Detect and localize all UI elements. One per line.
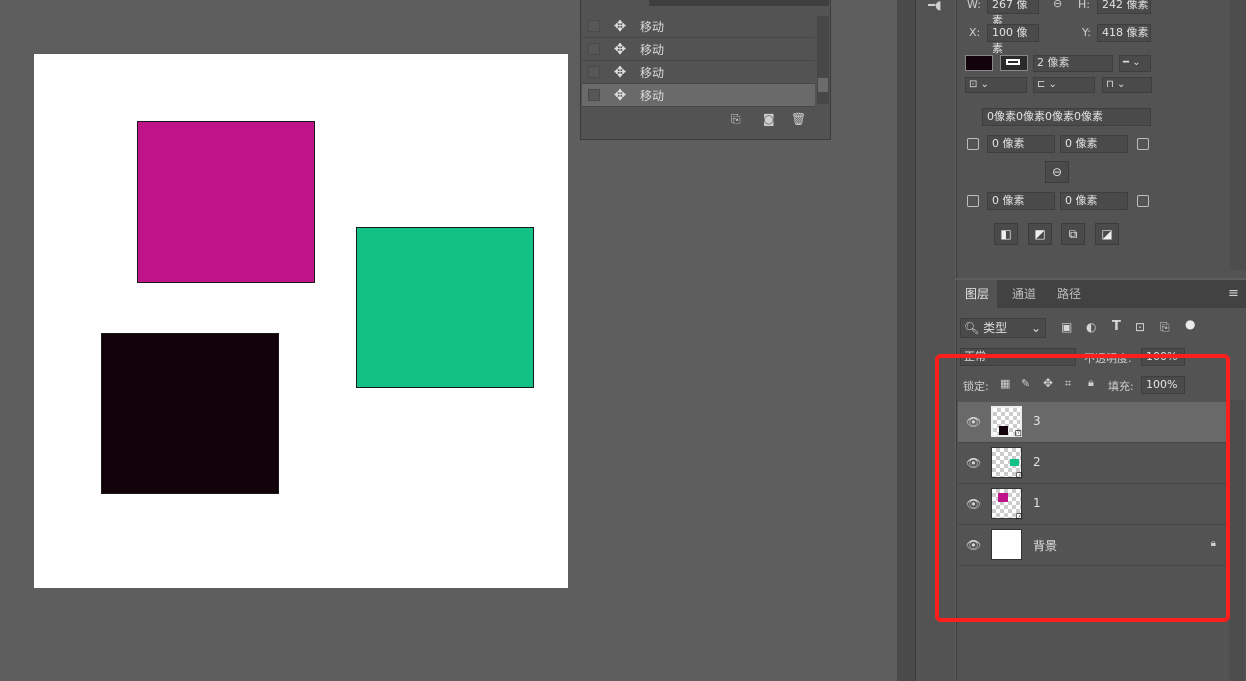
filter-toggle-icon[interactable]: ● [1185,317,1195,331]
history-item-selected[interactable]: ✥ 移动 [582,84,815,107]
stroke-type-dropdown[interactable]: ━ ⌄ [1119,55,1151,72]
history-item[interactable]: ✥ 移动 [582,15,815,38]
layer-filter-dropdown[interactable]: 🔍︎ 类型 ⌄ [960,318,1046,338]
history-checkbox[interactable] [588,66,600,78]
tab-paths[interactable]: 路径 [1049,280,1089,308]
chevron-down-icon: ⌄ [1030,321,1041,335]
black-square[interactable] [101,333,279,494]
shape-filter-icon[interactable]: ⊡ [1135,320,1145,334]
tab-channels[interactable]: 通道 [1004,280,1044,308]
x-label: X: [969,26,981,39]
corner-top-left-icon [967,138,979,150]
height-field[interactable]: 242 像素 [1097,0,1151,14]
corner-top-left-field[interactable]: 0 像素 [987,135,1055,153]
stroke-corner-dropdown[interactable]: ⊓ ⌄ [1102,77,1152,93]
path-combine-icon[interactable]: ◧ [994,223,1018,245]
height-label: H: [1078,0,1090,11]
stroke-color-swatch[interactable] [1000,55,1028,71]
corner-bottom-right-field[interactable]: 0 像素 [1060,192,1128,210]
history-checkbox[interactable] [588,20,600,32]
link-dimensions-icon[interactable]: ⊖ [1053,0,1062,10]
history-item[interactable]: ✥ 移动 [582,38,815,61]
fill-color-swatch[interactable] [965,55,993,71]
smart-object-filter-icon[interactable]: ⎘ [1160,320,1170,335]
history-checkbox[interactable] [588,89,600,101]
camera-snapshot-icon[interactable]: ◙ [763,112,775,126]
path-exclude-icon[interactable]: ◪ [1095,223,1119,245]
magenta-square[interactable] [137,121,315,283]
path-intersect-icon[interactable]: ⧉ [1061,223,1085,245]
layers-panel-tabs: 图层 通道 路径 ≡ [957,280,1246,308]
history-item-label: 移动 [640,42,665,57]
corner-top-right-field[interactable]: 0 像素 [1060,135,1128,153]
history-panel-topbar [649,0,829,6]
history-panel: ✥ 移动 ✥ 移动 ✥ 移动 ✥ 移动 ⎘ ◙ 🗑 [580,0,831,140]
corner-bottom-left-field[interactable]: 0 像素 [987,192,1055,210]
type-filter-icon[interactable]: T [1112,319,1121,334]
path-subtract-icon[interactable]: ◩ [1028,223,1052,245]
corner-bottom-right-icon [1137,195,1149,207]
y-label: Y: [1082,26,1091,39]
new-document-from-state-icon[interactable]: ⎘ [731,112,741,127]
corner-top-right-icon [1137,138,1149,150]
move-arrows-icon: ✥ [613,17,627,35]
layers-scrollbar[interactable] [1229,400,1245,681]
move-arrows-icon: ✥ [613,63,627,81]
properties-panel: W: 267 像素 ⊖ H: 242 像素 X: 100 像素 Y: 418 像… [956,0,1246,278]
link-corners-icon[interactable]: ⊖ [1045,161,1069,183]
history-item-label: 移动 [640,88,665,103]
green-square[interactable] [356,227,534,388]
history-item-label: 移动 [640,19,665,34]
stroke-align-dropdown[interactable]: ⊡ ⌄ [965,77,1027,93]
width-field[interactable]: 267 像素 [987,0,1039,27]
properties-scrollbar[interactable] [1230,0,1246,270]
history-item[interactable]: ✥ 移动 [582,61,815,84]
stroke-cap-dropdown[interactable]: ⊏ ⌄ [1033,77,1095,93]
history-scrollbar-thumb[interactable] [818,78,828,92]
stroke-width-dropdown[interactable]: 2 像素 [1033,55,1113,72]
tab-layers[interactable]: 图层 [957,280,998,308]
history-checkbox[interactable] [588,43,600,55]
trash-icon[interactable]: 🗑 [791,112,806,126]
pin-icon[interactable]: ━◖ [928,0,942,12]
history-item-label: 移动 [640,65,665,80]
panel-dock-gap [897,0,915,681]
panel-menu-icon[interactable]: ≡ [1228,286,1239,301]
move-arrows-icon: ✥ [613,86,627,104]
y-field[interactable]: 418 像素 [1097,24,1151,42]
image-filter-icon[interactable]: ▣ [1061,320,1072,334]
search-icon: 🔍︎ [964,321,980,335]
corner-radius-all-field[interactable]: 0像素0像素0像素0像素 [982,108,1151,126]
document-canvas[interactable] [34,54,568,588]
adjustment-filter-icon[interactable]: ◐ [1086,320,1096,334]
width-label: W: [967,0,981,11]
corner-bottom-left-icon [967,195,979,207]
layer-filter-label: 类型 [983,321,1008,335]
move-arrows-icon: ✥ [613,40,627,58]
x-field[interactable]: 100 像素 [987,24,1039,55]
highlight-box [935,354,1230,622]
